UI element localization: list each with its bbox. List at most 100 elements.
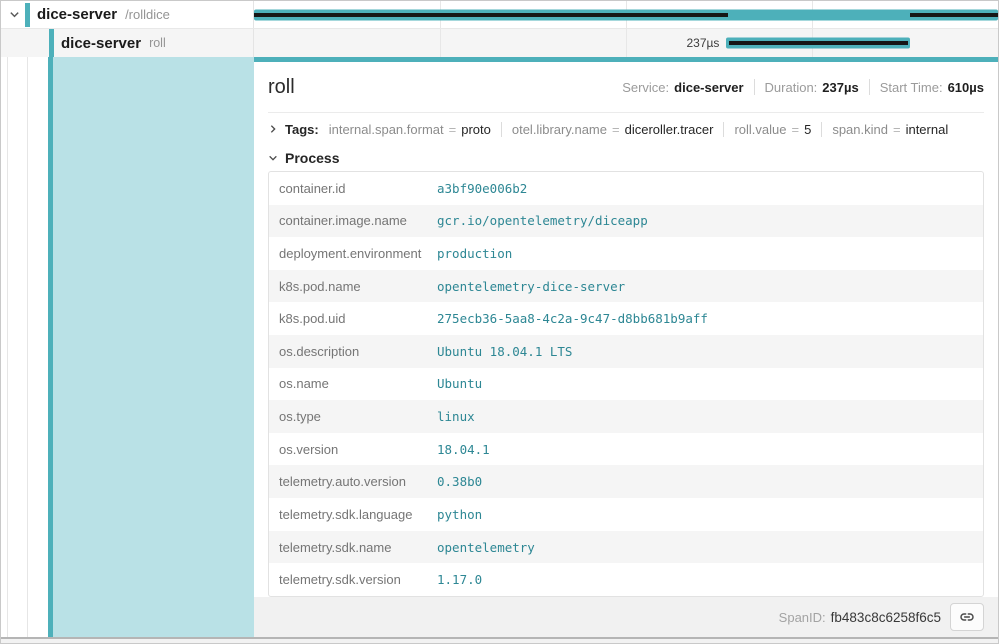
- tag-value: diceroller.tracer: [625, 122, 714, 137]
- span-detail-header: roll Service: dice-server Duration: 237µ…: [268, 62, 984, 112]
- chevron-right-icon[interactable]: [268, 124, 278, 134]
- kv-value: 18.04.1: [437, 442, 490, 457]
- span-detail-row: roll Service: dice-server Duration: 237µ…: [1, 57, 998, 637]
- kv-value: gcr.io/opentelemetry/diceapp: [437, 213, 648, 228]
- span-meta: Service: dice-server Duration: 237µs Sta…: [622, 79, 984, 95]
- kv-value: linux: [437, 409, 475, 424]
- tag-key: otel.library.name: [512, 122, 607, 137]
- operation-name: roll: [149, 36, 166, 50]
- meta-value: dice-server: [674, 80, 743, 95]
- kv-key: os.description: [269, 344, 437, 359]
- kv-value: 275ecb36-5aa8-4c2a-9c47-d8bb681b9aff: [437, 311, 708, 326]
- timeline-gridline: [440, 29, 441, 57]
- span-color-bar: [49, 29, 54, 57]
- process-table-row: container.image.name gcr.io/opentelemetr…: [269, 205, 983, 238]
- process-table-row: telemetry.auto.version 0.38b0: [269, 465, 983, 498]
- tags-label[interactable]: Tags:: [285, 122, 319, 137]
- meta-divider: [754, 79, 755, 95]
- process-table-row: deployment.environment production: [269, 237, 983, 270]
- span-detail-content: roll Service: dice-server Duration: 237µ…: [254, 62, 998, 597]
- tag-item: otel.library.name = diceroller.tracer: [512, 122, 714, 137]
- timeline-row-rolldice[interactable]: [254, 1, 998, 28]
- kv-value: production: [437, 246, 512, 261]
- kv-key: deployment.environment: [269, 246, 437, 261]
- indent-guide: [28, 57, 48, 637]
- tag-item: internal.span.format = proto: [329, 122, 491, 137]
- tree-gutter: [1, 57, 254, 637]
- indent-guide: [1, 57, 8, 637]
- kv-value: 0.38b0: [437, 474, 482, 489]
- equals-sign: =: [612, 122, 620, 137]
- span-detail-footer: SpanID: fb483c8c6258f6c5: [254, 597, 998, 637]
- kv-key: os.version: [269, 442, 437, 457]
- spanid-label: SpanID:: [779, 610, 826, 625]
- chevron-down-icon[interactable]: [268, 153, 278, 163]
- tag-key: roll.value: [734, 122, 786, 137]
- service-name: dice-server: [37, 6, 117, 23]
- indent-guide: [8, 57, 28, 637]
- tag-key: span.kind: [832, 122, 888, 137]
- kv-key: container.id: [269, 181, 437, 196]
- process-table-row: os.description Ubuntu 18.04.1 LTS: [269, 335, 983, 368]
- timeline-gridline: [626, 29, 627, 57]
- meta-label: Duration:: [765, 80, 818, 95]
- process-section-header[interactable]: Process: [268, 145, 984, 171]
- span-row-roll[interactable]: dice-server roll 237µs: [1, 29, 998, 57]
- kv-value: 1.17.0: [437, 572, 482, 587]
- tag-divider: [821, 122, 822, 137]
- process-table-row: os.version 18.04.1: [269, 433, 983, 466]
- kv-value: python: [437, 507, 482, 522]
- spanid-value: fb483c8c6258f6c5: [831, 610, 941, 625]
- kv-key: telemetry.sdk.language: [269, 507, 437, 522]
- meta-value: 237µs: [822, 80, 858, 95]
- chevron-down-icon[interactable]: [9, 9, 21, 21]
- tag-value: 5: [804, 122, 811, 137]
- tags-list: internal.span.format = proto otel.librar…: [329, 122, 949, 137]
- kv-key: container.image.name: [269, 213, 437, 228]
- process-table-row: os.type linux: [269, 400, 983, 433]
- jaeger-trace-view: dice-server /rolldice dice-server roll 2…: [0, 0, 999, 644]
- timeline-row-roll[interactable]: 237µs: [254, 29, 998, 57]
- tag-item: span.kind = internal: [832, 122, 948, 137]
- kv-key: telemetry.auto.version: [269, 474, 437, 489]
- link-icon: [959, 609, 975, 625]
- deep-link-button[interactable]: [950, 603, 984, 631]
- kv-value: a3bf90e006b2: [437, 181, 527, 196]
- meta-divider: [869, 79, 870, 95]
- process-table-row: k8s.pod.name opentelemetry-dice-server: [269, 270, 983, 303]
- meta-item: Service: dice-server: [622, 80, 743, 95]
- kv-key: os.type: [269, 409, 437, 424]
- span-duration-label: 237µs: [687, 36, 720, 50]
- tag-divider: [723, 122, 724, 137]
- tags-section[interactable]: Tags: internal.span.format = proto otel.…: [268, 113, 984, 145]
- equals-sign: =: [893, 122, 901, 137]
- bottom-edge: [1, 637, 998, 643]
- meta-label: Start Time:: [880, 80, 943, 95]
- process-table-row: telemetry.sdk.version 1.17.0: [269, 563, 983, 596]
- tag-value: proto: [461, 122, 491, 137]
- process-label[interactable]: Process: [285, 150, 339, 166]
- meta-item: Start Time: 610µs: [880, 80, 984, 95]
- process-kv-table: container.id a3bf90e006b2 container.imag…: [268, 171, 984, 597]
- kv-value: opentelemetry-dice-server: [437, 279, 625, 294]
- kv-key: os.name: [269, 376, 437, 391]
- span-title: roll: [268, 76, 295, 99]
- tag-divider: [501, 122, 502, 137]
- span-name-cell[interactable]: dice-server roll: [1, 29, 254, 57]
- critical-path-segment: [729, 41, 908, 45]
- span-detail-panel: roll Service: dice-server Duration: 237µ…: [254, 57, 998, 637]
- span-row-rolldice[interactable]: dice-server /rolldice: [1, 1, 998, 29]
- equals-sign: =: [449, 122, 457, 137]
- kv-value: opentelemetry: [437, 540, 535, 555]
- span-color-bar: [25, 3, 30, 27]
- span-name-cell[interactable]: dice-server /rolldice: [1, 1, 254, 28]
- kv-value: Ubuntu 18.04.1 LTS: [437, 344, 572, 359]
- kv-key: telemetry.sdk.name: [269, 540, 437, 555]
- equals-sign: =: [792, 122, 800, 137]
- meta-value: 610µs: [948, 80, 984, 95]
- process-table-row: k8s.pod.uid 275ecb36-5aa8-4c2a-9c47-d8bb…: [269, 302, 983, 335]
- tag-key: internal.span.format: [329, 122, 444, 137]
- operation-name: /rolldice: [125, 7, 170, 22]
- kv-key: telemetry.sdk.version: [269, 572, 437, 587]
- process-table-row: container.id a3bf90e006b2: [269, 172, 983, 205]
